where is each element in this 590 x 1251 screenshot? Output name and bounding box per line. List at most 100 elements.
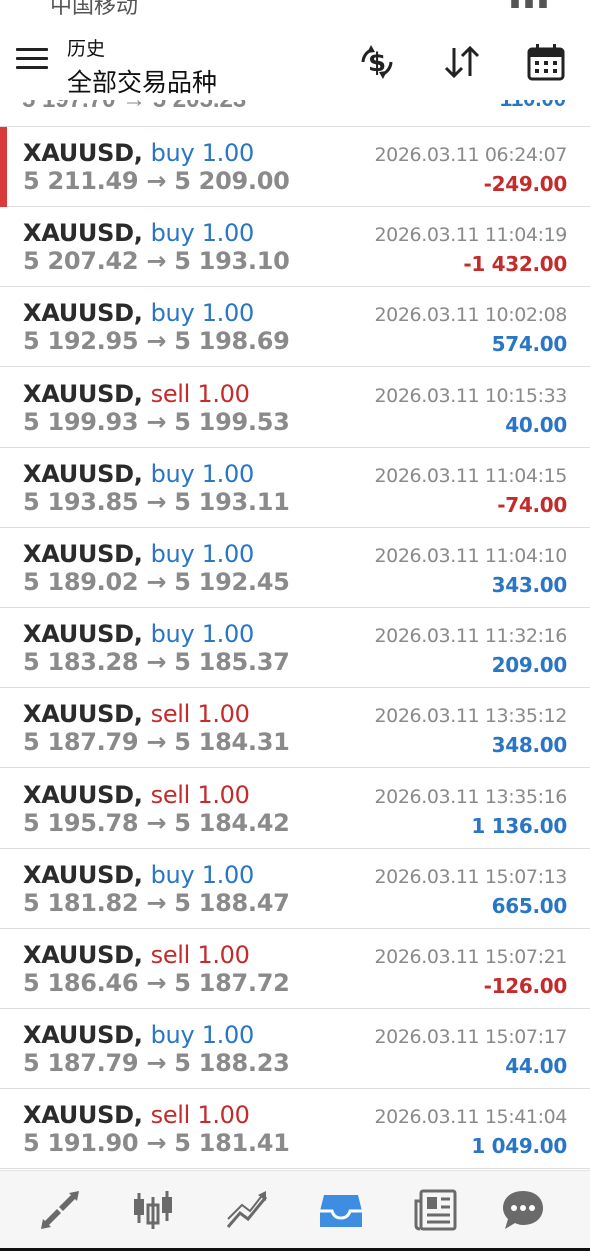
separator: , xyxy=(133,379,151,408)
trade-row[interactable]: XAUUSD, buy 1.00 5 189.02 → 5 192.45 2026.… xyxy=(0,528,590,608)
menu-icon[interactable] xyxy=(16,48,48,72)
selected-marker xyxy=(0,127,7,207)
tab-news[interactable] xyxy=(413,1187,459,1233)
arrow-right-icon: → xyxy=(146,1129,167,1158)
close-price: 5 193.11 xyxy=(174,487,290,516)
open-price: 5 193.85 xyxy=(23,487,139,516)
trade-title: XAUUSD, buy 1.00 xyxy=(23,219,254,247)
trade-profit: 40.00 xyxy=(505,412,567,437)
trade-volume: 1.00 xyxy=(201,540,255,568)
sort-icon[interactable] xyxy=(442,42,482,82)
trade-row[interactable]: XAUUSD, sell 1.00 5 195.78 → 5 184.42 2026… xyxy=(0,768,590,849)
trade-profit: -1 432.00 xyxy=(463,252,567,277)
trade-row[interactable]: XAUUSD, sell 1.00 5 187.79 → 5 184.31 2026… xyxy=(0,688,590,769)
tab-messages[interactable] xyxy=(500,1187,546,1233)
trade-row[interactable]: XAUUSD, sell 1.00 5 199.93 → 5 199.53 2026… xyxy=(0,367,590,448)
open-price: 5 211.49 xyxy=(23,167,139,195)
trade-time: 2026.03.11 13:35:16 xyxy=(374,785,567,808)
trade-row[interactable]: XAUUSD, buy 1.00 5 181.82 → 5 188.47 2026.… xyxy=(0,848,590,929)
separator: , xyxy=(133,1101,151,1130)
trade-title: XAUUSD, buy 1.00 xyxy=(23,1021,254,1049)
close-price: 5 187.72 xyxy=(174,969,290,997)
trade-row[interactable]: XAUUSD, buy 1.00 5 207.42 → 5 193.10 2026.… xyxy=(0,207,590,288)
trade-time: 2026.03.11 10:15:33 xyxy=(374,384,567,407)
trade-side: sell xyxy=(150,941,191,969)
trade-title: XAUUSD, buy 1.00 xyxy=(23,540,254,568)
trade-prices: 5 191.90 → 5 181.41 xyxy=(23,1129,290,1157)
trade-time: 2026.03.11 06:24:07 xyxy=(374,144,567,166)
close-price: 5 193.10 xyxy=(174,247,290,276)
currency-exchange-icon[interactable]: $ xyxy=(357,42,397,82)
trade-side: buy xyxy=(150,860,195,889)
separator: , xyxy=(133,620,151,649)
trade-time: 2026.03.11 10:02:08 xyxy=(374,304,567,327)
tab-chart[interactable] xyxy=(130,1187,176,1233)
list-item[interactable]: 5 197.70 → 5 205.23 110.00 xyxy=(0,100,590,127)
trade-side: buy xyxy=(150,540,195,568)
trade-side: sell xyxy=(150,780,191,809)
trade-side: buy xyxy=(150,459,195,488)
trade-time: 2026.03.11 11:04:10 xyxy=(374,545,567,567)
trade-prices: 5 193.85 → 5 193.11 xyxy=(23,488,290,516)
trade-side: sell xyxy=(150,1101,191,1130)
arrow-right-icon: → xyxy=(146,728,167,757)
trade-title: XAUUSD, buy 1.00 xyxy=(23,620,254,648)
open-price: 5 183.28 xyxy=(23,648,139,677)
trade-title: XAUUSD, sell 1.00 xyxy=(23,941,250,969)
trade-prices: 5 197.70 → 5 205.23 xyxy=(22,100,246,114)
trade-row[interactable]: XAUUSD, buy 1.00 5 187.79 → 5 188.23 2026.… xyxy=(0,1009,590,1090)
calendar-icon[interactable] xyxy=(526,42,566,82)
separator: , xyxy=(133,299,151,328)
trade-row[interactable]: XAUUSD, buy 1.00 5 192.95 → 5 198.69 2026.… xyxy=(0,287,590,368)
status-bar: 中国移动 ∎∎∎ xyxy=(0,0,590,18)
chat-bubble-icon xyxy=(503,1191,543,1229)
trade-symbol: XAUUSD xyxy=(23,459,134,488)
trade-profit: -126.00 xyxy=(483,974,568,998)
close-price: 5 188.23 xyxy=(174,1049,290,1078)
trade-prices: 5 211.49 → 5 209.00 xyxy=(23,167,290,195)
separator: , xyxy=(133,459,151,488)
arrow-right-icon: → xyxy=(146,648,167,677)
tab-quotes[interactable] xyxy=(37,1187,83,1233)
trade-volume: 1.00 xyxy=(197,780,250,809)
close-price: 5 184.31 xyxy=(174,728,290,757)
trade-symbol: XAUUSD xyxy=(23,1101,134,1130)
trade-row[interactable]: XAUUSD, buy 1.00 5 193.85 → 5 193.11 2026.… xyxy=(0,447,590,528)
trade-row[interactable]: XAUUSD, sell 1.00 5 186.46 → 5 187.72 2026… xyxy=(0,929,590,1009)
bottom-nav xyxy=(0,1170,590,1251)
trade-prices: 5 207.42 → 5 193.10 xyxy=(23,247,290,275)
trade-prices: 5 187.79 → 5 188.23 xyxy=(23,1049,290,1077)
open-price: 5 207.42 xyxy=(23,247,139,276)
trade-time: 2026.03.11 15:07:17 xyxy=(374,1026,567,1049)
tab-trade[interactable] xyxy=(224,1187,270,1233)
close-price: 5 192.45 xyxy=(174,568,290,596)
trade-side: buy xyxy=(150,1021,195,1050)
trade-symbol: XAUUSD xyxy=(23,219,134,248)
trade-prices: 5 195.78 → 5 184.42 xyxy=(23,809,290,837)
trade-profit: 110.00 xyxy=(500,100,566,112)
close-price: 5 199.53 xyxy=(174,407,290,436)
tab-history[interactable] xyxy=(318,1187,364,1233)
trade-side: buy xyxy=(150,139,195,167)
trade-prices: 5 183.28 → 5 185.37 xyxy=(23,648,290,676)
open-price: 5 195.78 xyxy=(23,808,139,837)
trade-row[interactable]: XAUUSD, buy 1.00 5 183.28 → 5 185.37 2026.… xyxy=(0,608,590,689)
separator: , xyxy=(133,860,151,889)
arrow-right-icon: → xyxy=(146,327,167,356)
trade-history-list[interactable]: 5 197.70 → 5 205.23 110.00 XAUUSD, buy 1… xyxy=(0,100,590,1170)
trade-prices: 5 187.79 → 5 184.31 xyxy=(23,728,290,756)
trade-profit: -74.00 xyxy=(497,492,567,517)
page-title[interactable]: 全部交易品种 xyxy=(67,63,217,99)
trade-row[interactable]: XAUUSD, sell 1.00 5 191.90 → 5 181.41 2026… xyxy=(0,1089,590,1170)
trade-row[interactable]: XAUUSD, buy 1.00 5 211.49 → 5 209.00 2026.… xyxy=(0,127,590,207)
trade-profit: 1 136.00 xyxy=(471,813,567,838)
trade-volume: 1.00 xyxy=(201,299,255,328)
